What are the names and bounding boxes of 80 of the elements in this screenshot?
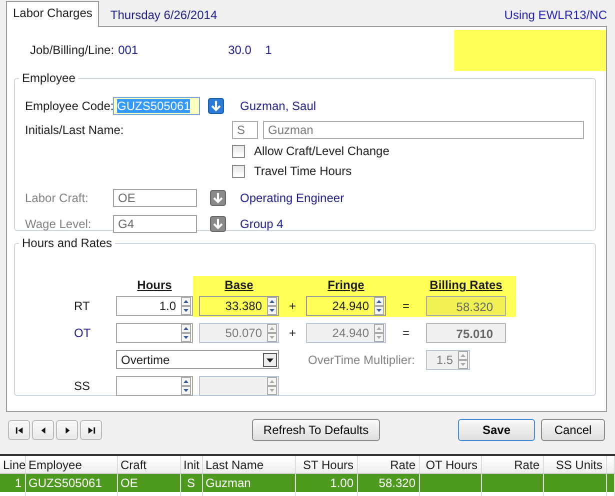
column-header[interactable]: Rate: [357, 455, 419, 474]
first-arrow-icon: [14, 426, 24, 434]
spinner-arrows-icon[interactable]: [181, 377, 191, 395]
table-row[interactable]: 1 GUZS505061 OE S Guzman 1.00 58.320: [0, 474, 614, 492]
group-title: Employee: [21, 71, 76, 85]
last-record-button[interactable]: [80, 420, 102, 440]
multiplier-label: OverTime Multiplier:: [307, 352, 416, 366]
first-record-button[interactable]: [8, 420, 30, 440]
column-header[interactable]: Rate: [481, 455, 543, 474]
last-arrow-icon: [86, 426, 96, 434]
lookup-description: Group 4: [240, 217, 284, 231]
employee-name: Guzman, Saul: [240, 99, 316, 113]
cancel-button[interactable]: Cancel: [541, 419, 605, 441]
multiplier-spinner[interactable]: 1.5: [426, 350, 470, 370]
next-record-button[interactable]: [56, 420, 78, 440]
column-header: Billing Rates: [428, 278, 504, 292]
operator-sign: =: [401, 298, 410, 312]
spinner-field[interactable]: 24.940: [306, 296, 386, 316]
column-header[interactable]: OT Hours: [419, 455, 481, 474]
column-header[interactable]: SS Units: [543, 455, 606, 474]
initials-field[interactable]: S: [232, 121, 258, 139]
spinner-arrows-icon[interactable]: [181, 296, 191, 314]
lookup-icon[interactable]: [210, 190, 226, 206]
refresh-button[interactable]: Refresh To Defaults: [252, 419, 380, 441]
field-label: Wage Level:: [25, 217, 92, 231]
spinner-arrows-icon[interactable]: [181, 324, 191, 342]
spinner-field[interactable]: [116, 376, 193, 396]
table-cell: OE: [120, 476, 138, 490]
column-header[interactable]: Init: [180, 455, 202, 474]
spinner-arrows-icon[interactable]: [267, 296, 277, 314]
operator-sign: +: [288, 298, 297, 312]
lookup-icon[interactable]: [210, 216, 226, 232]
line-value: 1: [265, 43, 272, 57]
column-header: Hours: [136, 278, 173, 292]
spinner-field[interactable]: 1.0: [116, 296, 193, 316]
table-cell: S: [186, 476, 195, 490]
field-label: Labor Craft:: [25, 191, 90, 205]
next-arrow-icon: [62, 426, 72, 434]
rate-label: SS: [73, 379, 92, 393]
operator-sign: =: [401, 326, 410, 340]
table-cell: Guzman: [206, 476, 251, 490]
database-text: Using EWLR13/NC: [504, 7, 607, 24]
group-title: Hours and Rates: [21, 236, 114, 250]
job-value: 001: [118, 43, 140, 57]
overtime-dropdown[interactable]: Overtime: [116, 350, 279, 369]
billing-value: 30.0: [228, 43, 252, 57]
total-field: 58.320: [426, 296, 506, 316]
rate-label: OT: [73, 326, 92, 340]
column-header[interactable]: ST Hours: [295, 455, 357, 474]
spinner-field[interactable]: [116, 322, 193, 342]
prev-record-button[interactable]: [32, 420, 54, 440]
save-button[interactable]: Save: [458, 419, 535, 441]
table-cell: 58.320: [378, 476, 416, 490]
checkbox-label[interactable]: Travel Time Hours: [254, 164, 352, 178]
spinner-arrows-icon[interactable]: [374, 296, 384, 314]
column-header[interactable]: Employee: [25, 455, 117, 474]
checkbox[interactable]: [232, 164, 245, 178]
column-header: Base: [224, 278, 254, 292]
field-label: Initials/Last Name:: [25, 123, 125, 137]
operator-sign: +: [288, 326, 297, 340]
checkbox[interactable]: [232, 144, 245, 158]
table-cell: 1: [14, 476, 22, 490]
lookup-description: Operating Engineer: [240, 191, 344, 205]
job-label: Job/Billing/Line:: [30, 43, 114, 57]
rate-label: RT: [73, 298, 91, 312]
lookup-icon[interactable]: [208, 98, 224, 114]
tab[interactable]: Labor Charges: [6, 1, 100, 27]
total-field: 75.010: [426, 322, 506, 342]
field-label: Employee Code:: [25, 99, 113, 113]
column-header[interactable]: Craft: [117, 455, 180, 474]
prev-arrow-icon: [38, 426, 48, 434]
column-header[interactable]: Last Name: [202, 455, 295, 474]
column-header[interactable]: Line: [0, 455, 25, 474]
spinner-field[interactable]: 33.380: [199, 296, 279, 316]
checkbox-label[interactable]: Allow Craft/Level Change: [254, 144, 390, 158]
table-cell: GUZS505061: [28, 476, 102, 490]
table-cell: 1.00: [330, 476, 354, 490]
date-text: Thursday 6/26/2014: [110, 7, 218, 24]
last-name-field[interactable]: Guzman: [263, 121, 584, 139]
column-header: Fringe: [326, 278, 366, 292]
